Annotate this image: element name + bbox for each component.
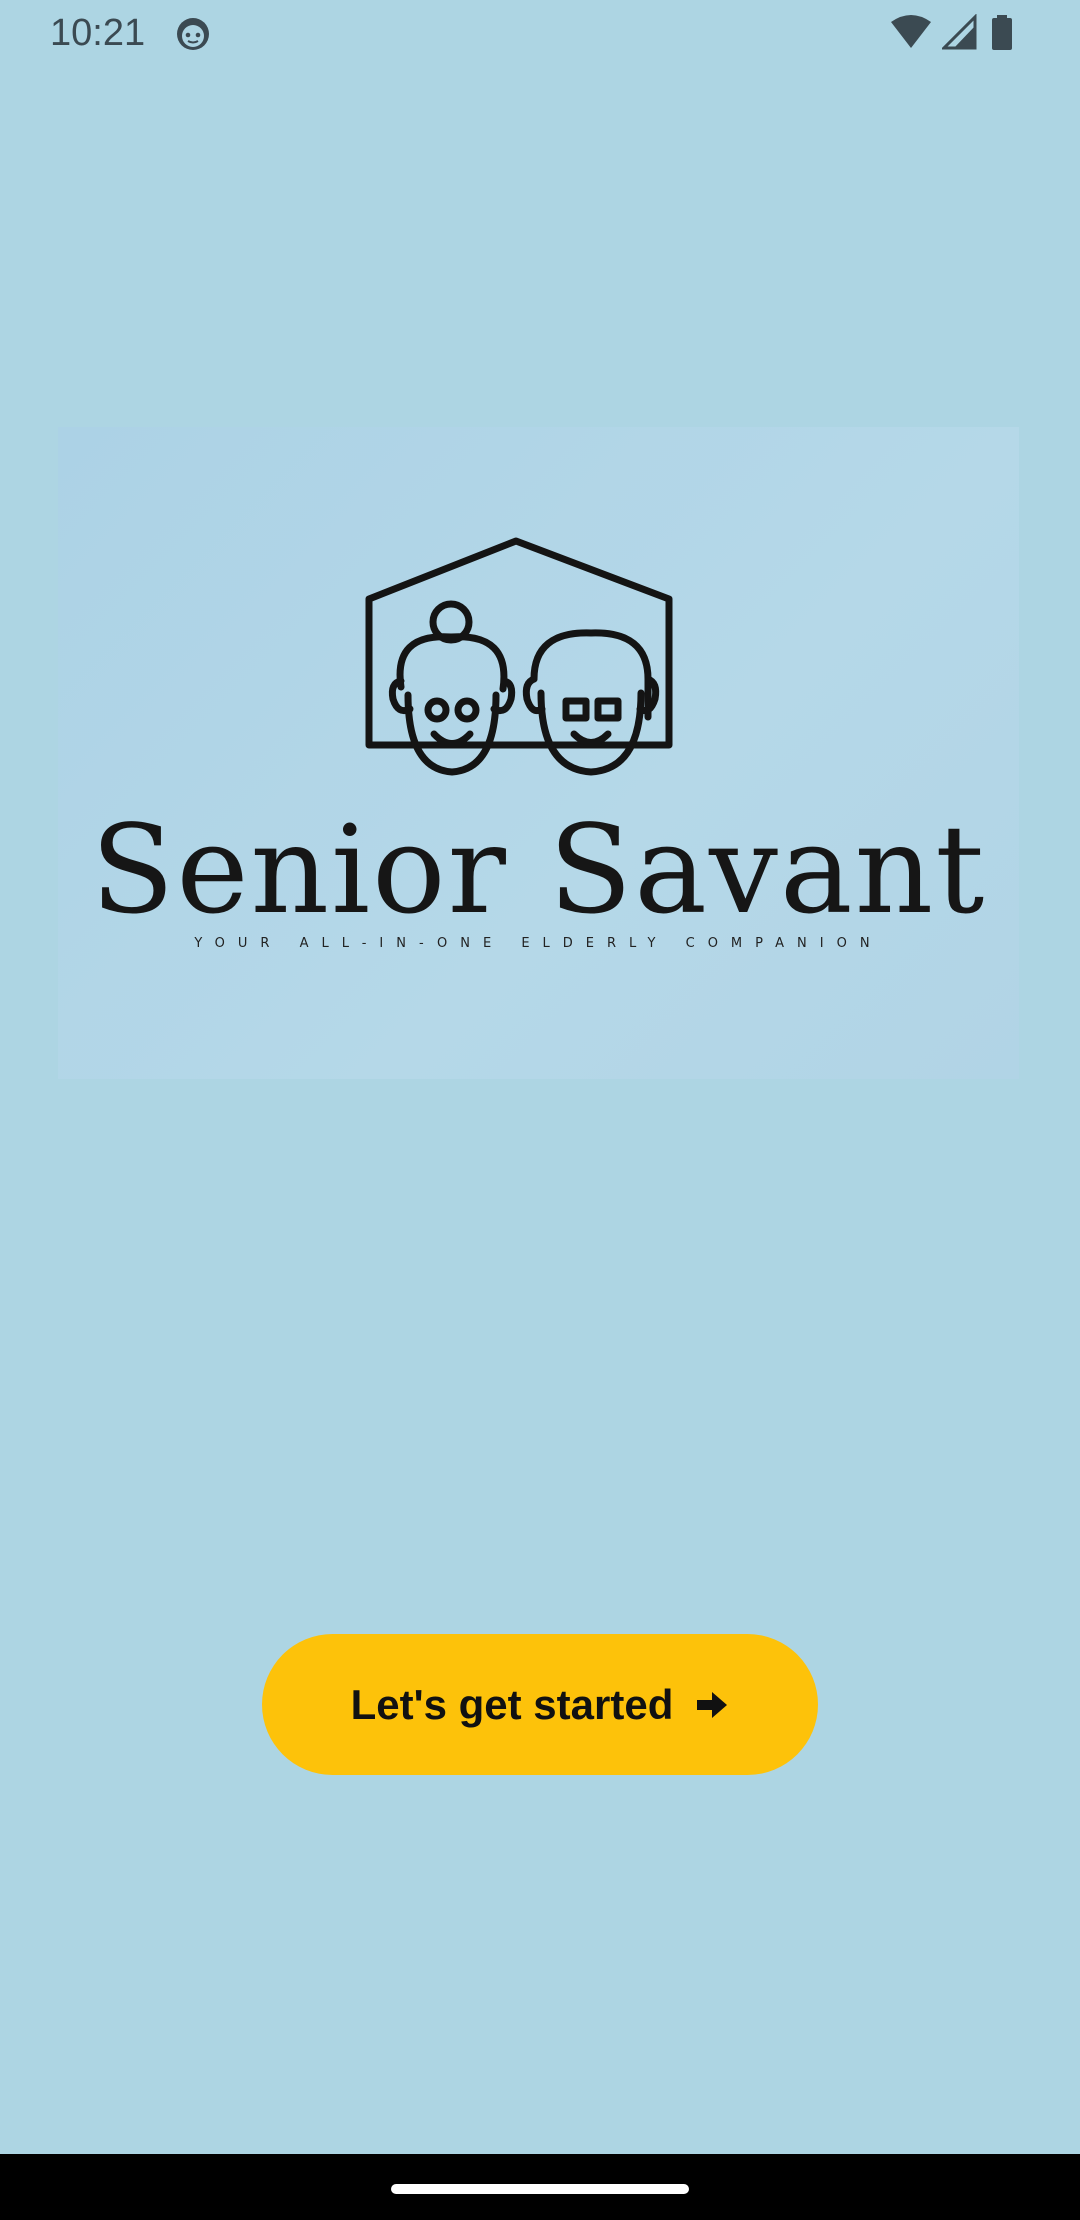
get-started-button[interactable]: Let's get started <box>262 1634 818 1775</box>
status-icons <box>890 14 1040 52</box>
status-time: 10:21 <box>50 12 146 54</box>
home-indicator[interactable] <box>391 2184 689 2194</box>
status-bar: 10:21 <box>0 0 1080 66</box>
brand-tagline: YOUR ALL-IN-ONE ELDERLY COMPANION <box>194 936 883 951</box>
navigation-bar <box>0 2154 1080 2220</box>
brand-name: Senior Savant <box>90 799 987 941</box>
android-face-icon <box>177 18 209 50</box>
wifi-icon <box>891 15 931 48</box>
get-started-label: Let's get started <box>350 1680 674 1728</box>
battery-icon <box>992 15 1012 50</box>
cell-signal-icon <box>942 14 977 50</box>
arrow-right-icon <box>697 1691 728 1718</box>
house-with-elderly-couple-icon <box>365 537 673 776</box>
logo-panel: Senior Savant YOUR ALL-IN-ONE ELDERLY CO… <box>58 427 1019 1079</box>
